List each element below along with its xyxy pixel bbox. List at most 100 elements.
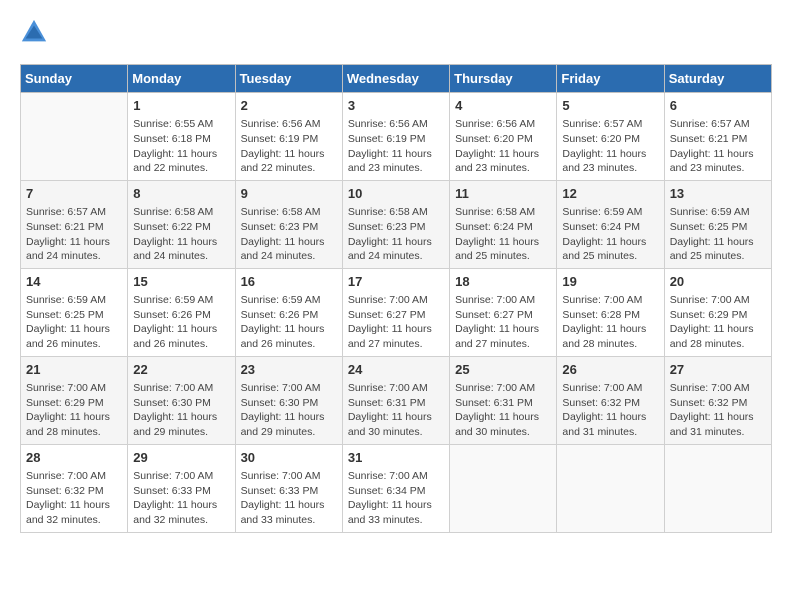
- day-info: Sunrise: 6:57 AM Sunset: 6:21 PM Dayligh…: [670, 117, 766, 176]
- calendar-cell: 13Sunrise: 6:59 AM Sunset: 6:25 PM Dayli…: [664, 180, 771, 268]
- day-info: Sunrise: 6:56 AM Sunset: 6:19 PM Dayligh…: [348, 117, 444, 176]
- weekday-header: Monday: [128, 65, 235, 93]
- day-info: Sunrise: 6:58 AM Sunset: 6:22 PM Dayligh…: [133, 205, 229, 264]
- day-number: 30: [241, 449, 337, 467]
- day-number: 11: [455, 185, 551, 203]
- calendar-cell: 17 Sunrise: 7:00 AM Sunset: 6:27 PM Dayli…: [342, 268, 449, 356]
- day-number: 8: [133, 185, 229, 203]
- calendar-cell: 23 Sunrise: 7:00 AM Sunset: 6:30 PM Dayli…: [235, 356, 342, 444]
- calendar-cell: 7 Sunrise: 6:57 AM Sunset: 6:21 PM Daylig…: [21, 180, 128, 268]
- calendar-week-row: 21 Sunrise: 7:00 AM Sunset: 6:29 PM Dayli…: [21, 356, 772, 444]
- calendar-cell: 1 Sunrise: 6:55 AM Sunset: 6:18 PM Daylig…: [128, 93, 235, 181]
- calendar-week-row: 7 Sunrise: 6:57 AM Sunset: 6:21 PM Daylig…: [21, 180, 772, 268]
- calendar-cell: 18 Sunrise: 7:00 AM Sunset: 6:27 PM Dayli…: [450, 268, 557, 356]
- calendar-cell: 8 Sunrise: 6:58 AM Sunset: 6:22 PM Daylig…: [128, 180, 235, 268]
- day-info: Sunrise: 7:00 AM Sunset: 6:32 PM Dayligh…: [26, 469, 122, 528]
- day-info: Sunrise: 6:56 AM Sunset: 6:19 PM Dayligh…: [241, 117, 337, 176]
- day-number: 16: [241, 273, 337, 291]
- weekday-header: Saturday: [664, 65, 771, 93]
- calendar-cell: 14 Sunrise: 6:59 AM Sunset: 6:25 PM Dayli…: [21, 268, 128, 356]
- calendar-week-row: 28 Sunrise: 7:00 AM Sunset: 6:32 PM Dayli…: [21, 444, 772, 532]
- weekday-header: Tuesday: [235, 65, 342, 93]
- calendar-cell: 2 Sunrise: 6:56 AM Sunset: 6:19 PM Daylig…: [235, 93, 342, 181]
- calendar-cell: 12 Sunrise: 6:59 AM Sunset: 6:24 PM Dayli…: [557, 180, 664, 268]
- day-info: Sunrise: 6:55 AM Sunset: 6:18 PM Dayligh…: [133, 117, 229, 176]
- calendar-table: SundayMondayTuesdayWednesdayThursdayFrid…: [20, 64, 772, 533]
- calendar-cell: 11 Sunrise: 6:58 AM Sunset: 6:24 PM Dayli…: [450, 180, 557, 268]
- day-info: Sunrise: 6:58 AM Sunset: 6:24 PM Dayligh…: [455, 205, 551, 264]
- day-number: 1: [133, 97, 229, 115]
- day-number: 19: [562, 273, 658, 291]
- calendar-cell: [450, 444, 557, 532]
- day-number: 25: [455, 361, 551, 379]
- day-number: 21: [26, 361, 122, 379]
- calendar-cell: 10Sunrise: 6:58 AM Sunset: 6:23 PM Dayli…: [342, 180, 449, 268]
- day-info: Sunrise: 7:00 AM Sunset: 6:31 PM Dayligh…: [348, 381, 444, 440]
- day-info: Sunrise: 7:00 AM Sunset: 6:27 PM Dayligh…: [455, 293, 551, 352]
- calendar-cell: 9 Sunrise: 6:58 AM Sunset: 6:23 PM Daylig…: [235, 180, 342, 268]
- day-number: 20: [670, 273, 766, 291]
- day-info: Sunrise: 7:00 AM Sunset: 6:27 PM Dayligh…: [348, 293, 444, 352]
- day-number: 2: [241, 97, 337, 115]
- day-info: Sunrise: 7:00 AM Sunset: 6:30 PM Dayligh…: [133, 381, 229, 440]
- calendar-cell: 28 Sunrise: 7:00 AM Sunset: 6:32 PM Dayli…: [21, 444, 128, 532]
- day-info: Sunrise: 6:59 AM Sunset: 6:25 PM Dayligh…: [670, 205, 766, 264]
- calendar-cell: 25 Sunrise: 7:00 AM Sunset: 6:31 PM Dayli…: [450, 356, 557, 444]
- day-number: 12: [562, 185, 658, 203]
- day-info: Sunrise: 7:00 AM Sunset: 6:33 PM Dayligh…: [133, 469, 229, 528]
- day-number: 23: [241, 361, 337, 379]
- day-number: 18: [455, 273, 551, 291]
- calendar-cell: [557, 444, 664, 532]
- day-number: 31: [348, 449, 444, 467]
- weekday-header: Thursday: [450, 65, 557, 93]
- calendar-cell: 20Sunrise: 7:00 AM Sunset: 6:29 PM Dayli…: [664, 268, 771, 356]
- day-number: 3: [348, 97, 444, 115]
- day-info: Sunrise: 6:58 AM Sunset: 6:23 PM Dayligh…: [348, 205, 444, 264]
- calendar-week-row: 14 Sunrise: 6:59 AM Sunset: 6:25 PM Dayli…: [21, 268, 772, 356]
- day-number: 6: [670, 97, 766, 115]
- calendar-cell: 6 Sunrise: 6:57 AM Sunset: 6:21 PM Daylig…: [664, 93, 771, 181]
- day-number: 15: [133, 273, 229, 291]
- day-number: 4: [455, 97, 551, 115]
- day-number: 14: [26, 273, 122, 291]
- calendar-cell: 5Sunrise: 6:57 AM Sunset: 6:20 PM Daylig…: [557, 93, 664, 181]
- day-info: Sunrise: 7:00 AM Sunset: 6:33 PM Dayligh…: [241, 469, 337, 528]
- calendar-cell: 15Sunrise: 6:59 AM Sunset: 6:26 PM Dayli…: [128, 268, 235, 356]
- day-info: Sunrise: 6:57 AM Sunset: 6:21 PM Dayligh…: [26, 205, 122, 264]
- calendar-cell: 31 Sunrise: 7:00 AM Sunset: 6:34 PM Dayli…: [342, 444, 449, 532]
- day-info: Sunrise: 7:00 AM Sunset: 6:31 PM Dayligh…: [455, 381, 551, 440]
- calendar-cell: 30 Sunrise: 7:00 AM Sunset: 6:33 PM Dayli…: [235, 444, 342, 532]
- calendar-cell: 29Sunrise: 7:00 AM Sunset: 6:33 PM Dayli…: [128, 444, 235, 532]
- calendar-week-row: 1 Sunrise: 6:55 AM Sunset: 6:18 PM Daylig…: [21, 93, 772, 181]
- day-number: 24: [348, 361, 444, 379]
- calendar-cell: 26 Sunrise: 7:00 AM Sunset: 6:32 PM Dayli…: [557, 356, 664, 444]
- weekday-header: Friday: [557, 65, 664, 93]
- day-info: Sunrise: 6:56 AM Sunset: 6:20 PM Dayligh…: [455, 117, 551, 176]
- calendar-cell: [664, 444, 771, 532]
- day-number: 26: [562, 361, 658, 379]
- calendar-cell: 19Sunrise: 7:00 AM Sunset: 6:28 PM Dayli…: [557, 268, 664, 356]
- calendar-cell: 4 Sunrise: 6:56 AM Sunset: 6:20 PM Daylig…: [450, 93, 557, 181]
- day-info: Sunrise: 7:00 AM Sunset: 6:29 PM Dayligh…: [26, 381, 122, 440]
- day-info: Sunrise: 7:00 AM Sunset: 6:30 PM Dayligh…: [241, 381, 337, 440]
- calendar-cell: 27Sunrise: 7:00 AM Sunset: 6:32 PM Dayli…: [664, 356, 771, 444]
- calendar-cell: 16 Sunrise: 6:59 AM Sunset: 6:26 PM Dayli…: [235, 268, 342, 356]
- calendar-cell: [21, 93, 128, 181]
- day-number: 28: [26, 449, 122, 467]
- day-info: Sunrise: 7:00 AM Sunset: 6:34 PM Dayligh…: [348, 469, 444, 528]
- day-info: Sunrise: 6:58 AM Sunset: 6:23 PM Dayligh…: [241, 205, 337, 264]
- day-info: Sunrise: 7:00 AM Sunset: 6:32 PM Dayligh…: [670, 381, 766, 440]
- day-number: 22: [133, 361, 229, 379]
- day-number: 9: [241, 185, 337, 203]
- day-number: 17: [348, 273, 444, 291]
- weekday-header-row: SundayMondayTuesdayWednesdayThursdayFrid…: [21, 65, 772, 93]
- day-info: Sunrise: 6:59 AM Sunset: 6:25 PM Dayligh…: [26, 293, 122, 352]
- weekday-header: Sunday: [21, 65, 128, 93]
- day-number: 7: [26, 185, 122, 203]
- logo: [20, 20, 52, 48]
- calendar-cell: 24 Sunrise: 7:00 AM Sunset: 6:31 PM Dayli…: [342, 356, 449, 444]
- day-info: Sunrise: 7:00 AM Sunset: 6:32 PM Dayligh…: [562, 381, 658, 440]
- page-header: [20, 20, 772, 48]
- day-info: Sunrise: 6:59 AM Sunset: 6:24 PM Dayligh…: [562, 205, 658, 264]
- day-info: Sunrise: 6:59 AM Sunset: 6:26 PM Dayligh…: [241, 293, 337, 352]
